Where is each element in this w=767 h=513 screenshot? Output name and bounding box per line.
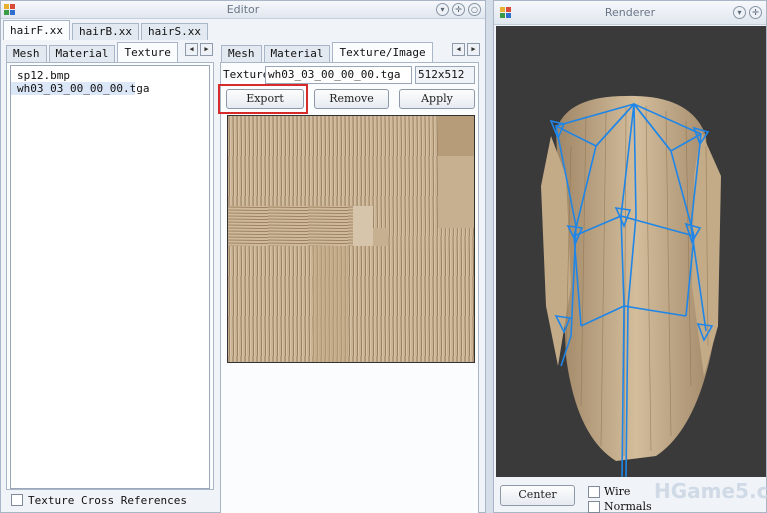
tab-mesh-left[interactable]: Mesh	[6, 45, 47, 62]
texture-preview	[227, 115, 475, 363]
texture-cross-references-label: Texture Cross References	[28, 494, 187, 507]
restore-icon[interactable]: ✛	[452, 3, 465, 16]
texture-label: Texture	[223, 68, 270, 81]
editor-window: Editor ▾ ✛ ○ hairF.xx hairB.xx hairS.xx …	[0, 0, 486, 513]
hair-model	[541, 95, 721, 477]
texture-list-panel: sp12.bmp wh03_03_00_00_00.tga	[6, 62, 214, 490]
export-highlight-box	[218, 84, 308, 114]
renderer-viewport[interactable]	[496, 26, 766, 477]
texture-file-list[interactable]: sp12.bmp wh03_03_00_00_00.tga	[10, 65, 210, 489]
editor-titlebar: Editor ▾ ✛ ○	[1, 1, 485, 19]
remove-button[interactable]: Remove	[314, 89, 389, 109]
wireframe-checkbox[interactable]	[588, 486, 600, 498]
watermark: HGame5.com	[654, 479, 767, 503]
texture-size-field: 512x512	[415, 66, 475, 84]
texture-name-field[interactable]: wh03_03_00_00_00.tga	[265, 66, 412, 84]
tab-material-right[interactable]: Material	[263, 45, 331, 62]
scroll-left-icon[interactable]: ◀	[452, 43, 465, 56]
hair-texture-image	[228, 116, 474, 362]
scroll-left-icon[interactable]: ◀	[185, 43, 198, 56]
normals-label: Normals	[604, 500, 652, 513]
app-icon	[4, 4, 16, 16]
center-button[interactable]: Center	[500, 485, 575, 506]
wireframe-label: Wire	[604, 485, 631, 498]
apply-button[interactable]: Apply	[399, 89, 475, 109]
tab-material-left[interactable]: Material	[48, 45, 116, 62]
scroll-right-icon[interactable]: ▶	[200, 43, 213, 56]
minimize-icon[interactable]: ▾	[436, 3, 449, 16]
texture-cross-references-checkbox[interactable]	[11, 494, 23, 506]
renderer-title: Renderer	[604, 6, 656, 19]
tab-texture-left[interactable]: Texture	[117, 42, 178, 62]
tab-texture-image[interactable]: Texture/Image	[332, 42, 433, 62]
normals-checkbox[interactable]	[588, 501, 600, 513]
file-tab-hairS[interactable]: hairS.xx	[140, 23, 208, 40]
restore-icon[interactable]: ✛	[749, 6, 762, 19]
file-tab-hairB[interactable]: hairB.xx	[71, 23, 139, 40]
renderer-window: Renderer ▾ ✛ Center Wire Normals HGame5.…	[493, 0, 767, 513]
editor-title: Editor	[226, 3, 260, 16]
texture-image-panel: Texture wh03_03_00_00_00.tga 512x512 Exp…	[220, 62, 479, 513]
renderer-titlebar: Renderer ▾ ✛	[494, 1, 766, 25]
minimize-icon[interactable]: ▾	[733, 6, 746, 19]
close-icon[interactable]: ○	[468, 3, 481, 16]
scroll-right-icon[interactable]: ▶	[467, 43, 480, 56]
list-item[interactable]: sp12.bmp	[11, 69, 209, 82]
app-icon	[500, 7, 512, 19]
file-tab-hairF[interactable]: hairF.xx	[3, 20, 70, 40]
tab-mesh-right[interactable]: Mesh	[221, 45, 262, 62]
list-item[interactable]: wh03_03_00_00_00.tga	[11, 82, 149, 95]
